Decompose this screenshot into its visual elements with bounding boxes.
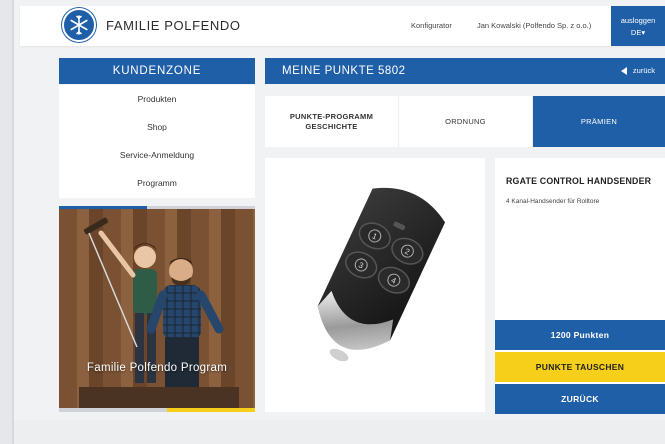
points-title: MEINE PUNKTE 5802 <box>282 65 406 77</box>
back-link-label: zurück <box>632 66 655 75</box>
logout-language-box: ausloggen DE▾ <box>611 6 665 46</box>
customer-zone-title: KUNDENZONE <box>59 58 255 84</box>
sidebar-item-programm[interactable]: Programm <box>59 169 255 197</box>
tab-order[interactable]: ORDNUNG <box>399 96 533 147</box>
customer-zone-menu: Produkten Shop Service-Anmeldung Program… <box>59 85 255 198</box>
nav-user-link[interactable]: Jan Kowalski (Polfendo Sp. z o.o.) <box>477 21 591 30</box>
snowflake-icon <box>70 15 88 35</box>
product-image-card: 1 2 3 4 <box>265 158 485 412</box>
nav-konfigurator-link[interactable]: Konfigurator <box>411 21 452 30</box>
exchange-points-button[interactable]: PUNKTE TAUSCHEN <box>495 352 665 382</box>
page: FAMILIE POLFENDO Konfigurator Jan Kowals… <box>0 0 665 444</box>
family-photo-illustration <box>79 217 239 412</box>
top-header: FAMILIE POLFENDO Konfigurator Jan Kowals… <box>20 6 665 46</box>
footer-strip <box>14 420 665 444</box>
language-dropdown[interactable]: DE▾ <box>611 27 665 39</box>
brand-name[interactable]: FAMILIE POLFENDO <box>106 18 241 33</box>
points-header: MEINE PUNKTE 5802 zurück <box>265 58 665 84</box>
sidebar-item-produkten[interactable]: Produkten <box>59 85 255 113</box>
promo-bottom-bar <box>59 408 255 412</box>
logout-link[interactable]: ausloggen <box>611 15 665 27</box>
points-tabs: PUNKTE-PROGRAMM GESCHICHTE ORDNUNG PRÄMI… <box>265 96 665 147</box>
tab-points-history[interactable]: PUNKTE-PROGRAMM GESCHICHTE <box>265 96 399 147</box>
tab-rewards[interactable]: PRÄMIEN <box>533 96 665 147</box>
promo-banner[interactable]: Familie Polfendo Program <box>59 206 255 412</box>
product-title: RGATE CONTROL HANDSENDER <box>506 176 652 186</box>
left-rail <box>0 0 14 444</box>
promo-caption: Familie Polfendo Program <box>86 362 228 374</box>
caret-left-icon <box>620 67 627 75</box>
back-link[interactable]: zurück <box>620 58 655 84</box>
sidebar-item-service-anmeldung[interactable]: Service-Anmeldung <box>59 141 255 169</box>
back-button[interactable]: ZURÜCK <box>495 384 665 414</box>
remote-control-image: 1 2 3 4 <box>317 187 446 362</box>
sidebar-item-shop[interactable]: Shop <box>59 113 255 141</box>
product-detail: RGATE CONTROL HANDSENDER 4 Kanal-Handsen… <box>495 158 665 414</box>
points-price-label: 1200 Punkten <box>495 320 665 350</box>
product-description: 4 Kanal-Handsender für Rolltore <box>506 198 600 205</box>
snowflake-logo-icon[interactable] <box>62 8 96 42</box>
promo-photo <box>59 209 255 412</box>
